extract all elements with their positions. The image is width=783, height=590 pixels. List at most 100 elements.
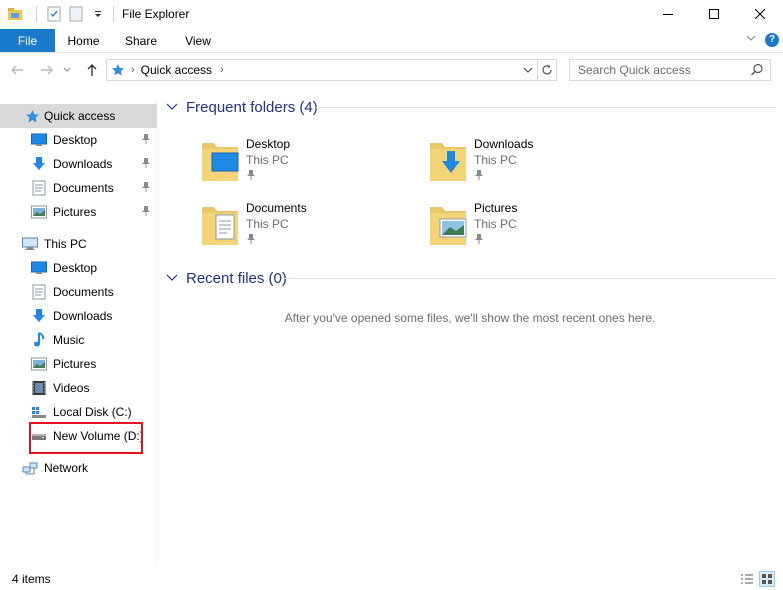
explorer-app-icon[interactable] <box>6 5 24 23</box>
chevron-down-icon <box>166 100 180 114</box>
sidebar-item-qa-downloads[interactable]: Downloads <box>0 152 157 176</box>
folder-tile-documents[interactable]: Documents This PC <box>200 199 400 255</box>
sidebar-item-qa-desktop[interactable]: Desktop <box>0 128 157 152</box>
sidebar-item-this-pc[interactable]: This PC <box>0 232 157 256</box>
music-icon <box>31 332 47 348</box>
sidebar-item-label: Pictures <box>53 357 97 371</box>
folder-tile-pictures[interactable]: Pictures This PC <box>428 199 628 255</box>
refresh-button[interactable] <box>537 59 557 81</box>
tab-home[interactable]: Home <box>55 29 112 52</box>
sidebar-item-pc-downloads[interactable]: Downloads <box>0 304 157 328</box>
window-controls <box>645 0 783 28</box>
quick-access-star-icon <box>111 63 125 77</box>
sidebar-item-label: Pictures <box>53 205 97 219</box>
minimize-button[interactable] <box>645 0 691 28</box>
recent-locations-button[interactable] <box>60 59 74 81</box>
toolbar-separator <box>36 6 37 22</box>
tiles-view-icon[interactable] <box>759 571 775 587</box>
folder-tile-downloads[interactable]: Downloads This PC <box>428 135 628 191</box>
close-button[interactable] <box>737 0 783 28</box>
pin-icon <box>141 133 151 148</box>
sidebar-item-label: Quick access <box>44 109 116 123</box>
recent-files-empty-message: After you've opened some files, we'll sh… <box>284 311 656 325</box>
group-title: Recent files (0) <box>186 269 287 287</box>
sidebar-item-quick-access[interactable]: Quick access <box>0 104 157 128</box>
folder-location: This PC <box>474 217 517 231</box>
windows-drive-icon <box>31 404 47 420</box>
view-buttons <box>739 571 775 587</box>
pin-icon <box>141 205 151 220</box>
details-view-icon[interactable] <box>739 571 755 587</box>
pictures-icon <box>31 204 47 220</box>
refresh-icon <box>542 64 552 75</box>
chevron-down-icon <box>166 271 180 285</box>
sidebar-item-label: Network <box>44 461 89 475</box>
folder-desktop-icon <box>200 135 240 183</box>
desktop-icon <box>31 260 47 276</box>
window-title: File Explorer <box>122 7 190 21</box>
address-row: › Quick access › Search Quick access <box>0 56 783 84</box>
breadcrumb-chevron-icon[interactable]: › <box>220 64 224 76</box>
sidebar-item-qa-documents[interactable]: Documents <box>0 176 157 200</box>
search-input[interactable]: Search Quick access <box>569 59 771 81</box>
group-divider <box>284 278 776 279</box>
tab-file[interactable]: File <box>0 29 55 52</box>
downloads-icon <box>31 308 47 324</box>
address-bar[interactable]: › Quick access › <box>106 59 538 81</box>
quick-access-toolbar <box>0 0 122 28</box>
sidebar-item-label: This PC <box>44 237 87 251</box>
folder-location: This PC <box>474 153 517 167</box>
pin-icon <box>474 233 484 248</box>
properties-icon[interactable] <box>45 5 63 23</box>
new-folder-icon[interactable] <box>67 5 85 23</box>
documents-icon <box>31 284 47 300</box>
pin-icon <box>246 169 256 184</box>
pin-icon <box>141 181 151 196</box>
desktop-icon <box>31 132 47 148</box>
folder-tile-desktop[interactable]: Desktop This PC <box>200 135 400 191</box>
folder-location: This PC <box>246 217 289 231</box>
navigation-pane: Quick access Desktop Downloads Documents <box>0 100 157 566</box>
sidebar-item-pc-desktop[interactable]: Desktop <box>0 256 157 280</box>
folder-name: Desktop <box>246 137 291 151</box>
maximize-button[interactable] <box>691 0 737 28</box>
customize-toolbar-icon[interactable] <box>89 5 107 23</box>
search-placeholder: Search Quick access <box>578 63 691 77</box>
sidebar-item-pc-pictures[interactable]: Pictures <box>0 352 157 376</box>
folder-documents-icon <box>200 199 240 247</box>
tab-view[interactable]: View <box>170 29 226 52</box>
ribbon-tabs: File Home Share View ? <box>0 29 783 53</box>
folder-downloads-icon <box>428 135 468 183</box>
highlight-box <box>29 422 143 454</box>
downloads-icon <box>31 156 47 172</box>
breadcrumb-chevron-icon[interactable]: › <box>131 64 135 76</box>
up-button[interactable] <box>81 59 103 81</box>
tab-share[interactable]: Share <box>112 29 170 52</box>
status-bar: 4 items <box>0 568 783 590</box>
sidebar-item-network[interactable]: Network <box>0 456 157 480</box>
sidebar-item-qa-pictures[interactable]: Pictures <box>0 200 157 224</box>
help-icon[interactable]: ? <box>765 32 779 47</box>
sidebar-item-label: Documents <box>53 181 114 195</box>
sidebar-item-local-disk-c[interactable]: Local Disk (C:) <box>0 400 157 424</box>
ribbon-right-controls: ? <box>745 32 779 47</box>
group-title: Frequent folders (4) <box>186 98 318 116</box>
recent-files-header[interactable]: Recent files (0) <box>166 267 287 289</box>
documents-icon <box>31 180 47 196</box>
breadcrumb-quick-access[interactable]: Quick access <box>141 63 212 77</box>
computer-icon <box>22 236 38 252</box>
sidebar-item-pc-documents[interactable]: Documents <box>0 280 157 304</box>
search-icon[interactable] <box>750 63 764 80</box>
content-pane: Frequent folders (4) Desktop This PC Dow… <box>160 90 783 566</box>
item-count: 4 items <box>12 572 51 586</box>
network-icon <box>22 460 38 476</box>
sidebar-item-pc-music[interactable]: Music <box>0 328 157 352</box>
back-button[interactable] <box>6 59 28 81</box>
expand-ribbon-icon[interactable] <box>745 32 757 47</box>
address-dropdown-icon[interactable] <box>521 63 535 77</box>
forward-button[interactable] <box>36 59 58 81</box>
sidebar-item-pc-videos[interactable]: Videos <box>0 376 157 400</box>
pin-icon <box>246 233 256 248</box>
frequent-folders-header[interactable]: Frequent folders (4) <box>166 96 318 118</box>
group-divider <box>316 107 776 108</box>
